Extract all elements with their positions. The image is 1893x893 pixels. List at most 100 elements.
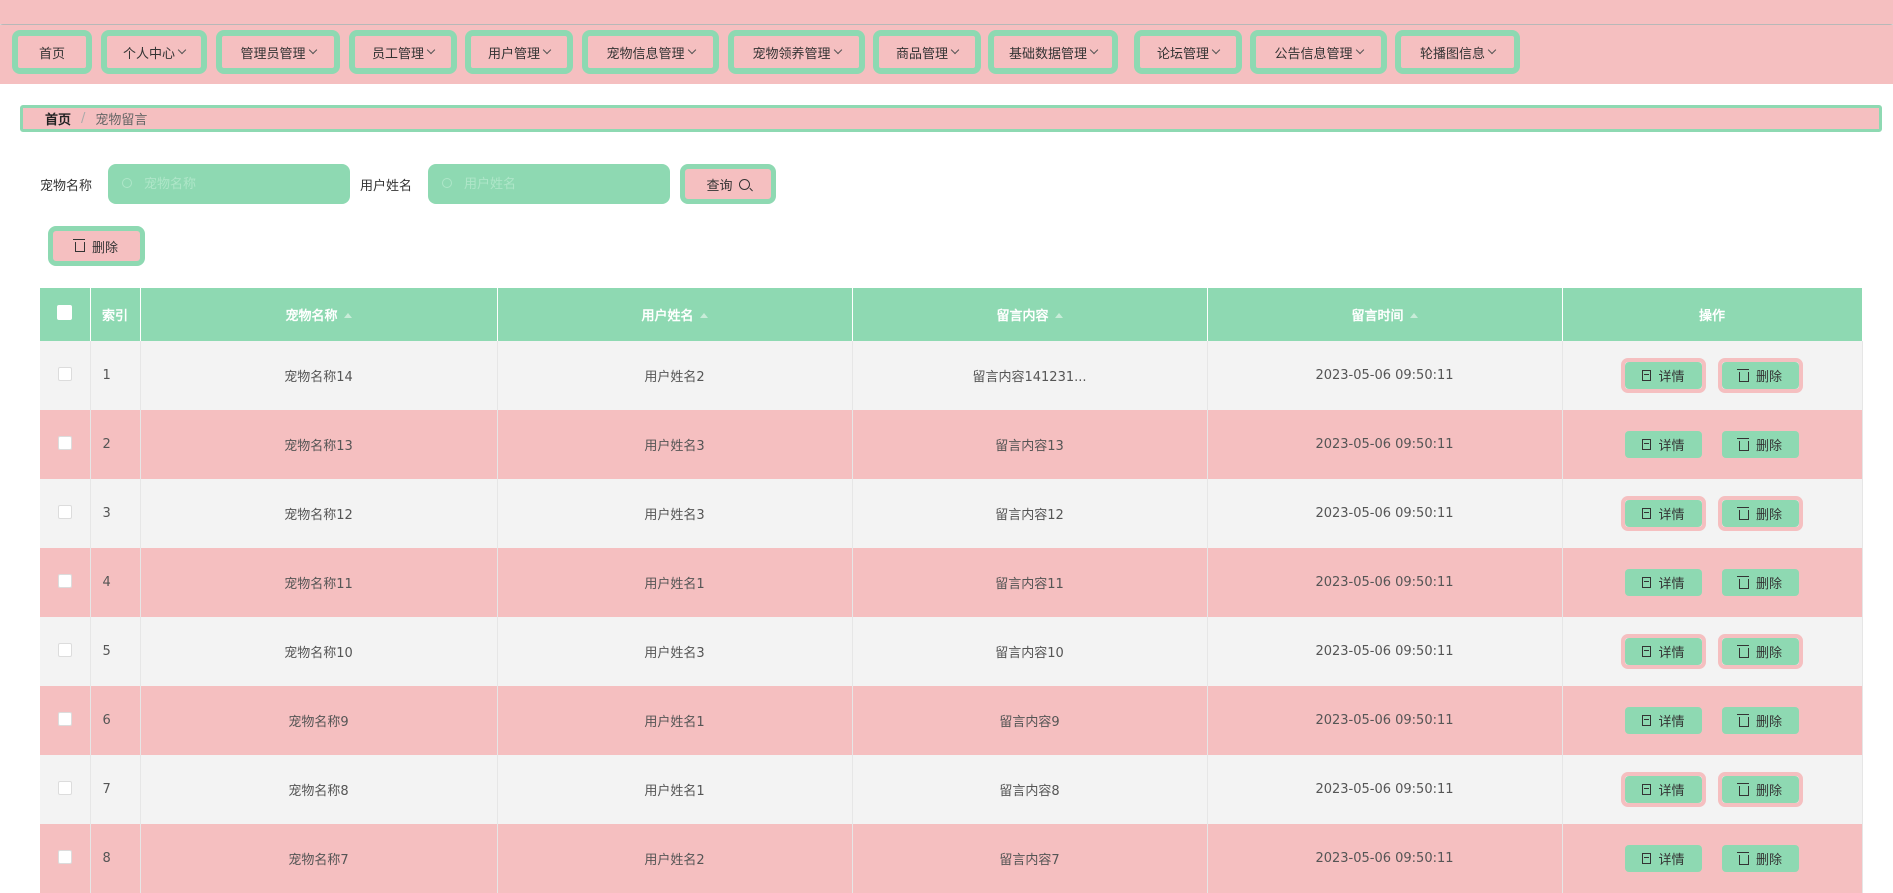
time-cell: 2023-05-06 09:50:11 — [1207, 824, 1563, 893]
content-cell: 留言内容7 — [852, 824, 1208, 893]
menu-admin-management[interactable]: 管理员管理 — [216, 30, 340, 74]
delete-button[interactable]: 删除 — [1722, 500, 1799, 528]
delete-button[interactable]: 删除 — [1722, 707, 1799, 735]
detail-button[interactable]: 详情 — [1625, 430, 1702, 458]
menu-label: 轮播图信息 — [1419, 46, 1485, 62]
content-cell: 留言内容8 — [852, 755, 1208, 824]
detail-button-wrap: 详情 — [1621, 703, 1706, 738]
chevron-down-icon — [542, 45, 552, 55]
detail-button[interactable]: 详情 — [1625, 568, 1702, 596]
menu-label: 商品管理 — [895, 46, 948, 62]
table-row: 3 宠物名称12 用户姓名3 留言内容12 2023-05-06 09:50:11 详情 删… — [40, 479, 1863, 548]
detail-button-wrap: 详情 — [1621, 495, 1706, 531]
time-cell: 2023-05-06 09:50:11 — [1207, 755, 1563, 824]
menu-home[interactable]: 首页 — [12, 30, 92, 74]
column-header-content[interactable]: 留言内容 — [852, 288, 1208, 341]
menu-pet-info-management[interactable]: 宠物信息管理 — [582, 30, 719, 74]
actions-cell: 详情 删除 — [1562, 824, 1863, 893]
menu-staff-management[interactable]: 员工管理 — [349, 30, 457, 74]
sort-icon[interactable] — [699, 313, 708, 318]
row-checkbox[interactable] — [57, 366, 72, 381]
sort-icon[interactable] — [343, 313, 352, 318]
document-icon — [1642, 438, 1652, 450]
user-name-cell: 用户姓名3 — [497, 410, 853, 479]
user-name-search-input[interactable] — [428, 164, 670, 204]
menu-forum-management[interactable]: 论坛管理 — [1134, 30, 1242, 74]
menu-basic-data-management[interactable]: 基础数据管理 — [988, 30, 1118, 74]
chevron-down-icon — [1089, 45, 1099, 55]
delete-button-label: 删除 — [1755, 508, 1782, 524]
pet-name-cell: 宠物名称9 — [140, 686, 498, 755]
column-header-user-name[interactable]: 用户姓名 — [497, 288, 853, 341]
breadcrumb-separator: / — [81, 111, 86, 126]
menu-carousel-info[interactable]: 轮播图信息 — [1395, 30, 1520, 74]
pet-name-cell: 宠物名称10 — [140, 617, 498, 686]
time-cell: 2023-05-06 09:50:11 — [1207, 617, 1563, 686]
query-button-label: 查询 — [706, 178, 733, 194]
row-checkbox[interactable] — [57, 504, 72, 519]
delete-button-label: 删除 — [1755, 577, 1782, 593]
message-table: 索引 宠物名称 用户姓名 留言内容 留言时间 操作 1 宠物名称14 用户姓名2 留言… — [40, 288, 1863, 893]
sort-icon[interactable] — [1054, 313, 1063, 318]
column-header-label: 用户姓名 — [641, 309, 694, 324]
trash-icon — [1736, 368, 1749, 382]
trash-icon — [72, 239, 85, 252]
search-icon — [122, 178, 132, 188]
search-icon — [442, 178, 452, 188]
user-name-cell: 用户姓名3 — [497, 479, 853, 548]
delete-button[interactable]: 删除 — [1722, 845, 1799, 873]
index-cell: 5 — [90, 617, 141, 686]
menu-notice-management[interactable]: 公告信息管理 — [1250, 30, 1387, 74]
detail-button-label: 详情 — [1658, 438, 1685, 454]
menu-personal-center[interactable]: 个人中心 — [101, 30, 207, 74]
detail-button[interactable]: 详情 — [1625, 706, 1702, 734]
menu-label: 个人中心 — [122, 46, 175, 62]
column-header-pet-name[interactable]: 宠物名称 — [140, 288, 498, 341]
detail-button[interactable]: 详情 — [1625, 499, 1702, 527]
delete-button[interactable]: 删除 — [1722, 569, 1799, 597]
trash-icon — [1736, 782, 1749, 796]
menu-goods-management[interactable]: 商品管理 — [873, 30, 981, 74]
query-button[interactable]: 查询 — [680, 164, 776, 204]
bulk-delete-button[interactable]: 删除 — [48, 226, 145, 266]
detail-button[interactable]: 详情 — [1625, 361, 1702, 389]
detail-button-wrap: 详情 — [1621, 427, 1706, 462]
table-row: 6 宠物名称9 用户姓名1 留言内容9 2023-05-06 09:50:11 详情 删除 — [40, 686, 1863, 755]
pet-name-cell: 宠物名称12 — [140, 479, 498, 548]
detail-button-label: 详情 — [1658, 852, 1685, 868]
time-cell: 2023-05-06 09:50:11 — [1207, 341, 1563, 410]
detail-button[interactable]: 详情 — [1625, 637, 1702, 665]
row-select-cell — [40, 410, 91, 479]
menu-user-management[interactable]: 用户管理 — [465, 30, 573, 74]
column-header-label: 留言时间 — [1351, 309, 1404, 324]
detail-button[interactable]: 详情 — [1625, 775, 1702, 803]
index-cell: 1 — [90, 341, 141, 410]
pet-name-search-input[interactable] — [108, 164, 350, 204]
row-checkbox[interactable] — [57, 780, 72, 795]
row-select-cell — [40, 686, 91, 755]
chevron-down-icon — [687, 45, 696, 55]
select-all-checkbox[interactable] — [57, 305, 73, 320]
row-checkbox[interactable] — [57, 642, 72, 657]
row-checkbox[interactable] — [57, 711, 72, 726]
delete-button[interactable]: 删除 — [1722, 776, 1799, 804]
row-checkbox[interactable] — [57, 849, 72, 864]
column-header-time[interactable]: 留言时间 — [1207, 288, 1563, 341]
delete-button[interactable]: 删除 — [1722, 431, 1799, 459]
actions-cell: 详情 删除 — [1562, 548, 1863, 617]
detail-button[interactable]: 详情 — [1625, 844, 1702, 872]
column-header-index: 索引 — [90, 288, 141, 341]
column-header-label: 操作 — [1698, 309, 1725, 324]
menu-pet-adoption-management[interactable]: 宠物领养管理 — [728, 30, 865, 74]
row-checkbox[interactable] — [57, 573, 72, 588]
column-header-actions: 操作 — [1562, 288, 1863, 341]
delete-button-wrap: 删除 — [1718, 496, 1803, 532]
content-cell: 留言内容13 — [852, 410, 1208, 479]
sort-icon[interactable] — [1409, 313, 1418, 318]
actions-cell: 详情 删除 — [1562, 479, 1863, 548]
delete-button[interactable]: 删除 — [1722, 638, 1799, 666]
detail-button-wrap: 详情 — [1621, 841, 1706, 876]
row-checkbox[interactable] — [57, 435, 72, 450]
breadcrumb-home[interactable]: 首页 — [45, 109, 71, 128]
delete-button[interactable]: 删除 — [1722, 362, 1799, 390]
